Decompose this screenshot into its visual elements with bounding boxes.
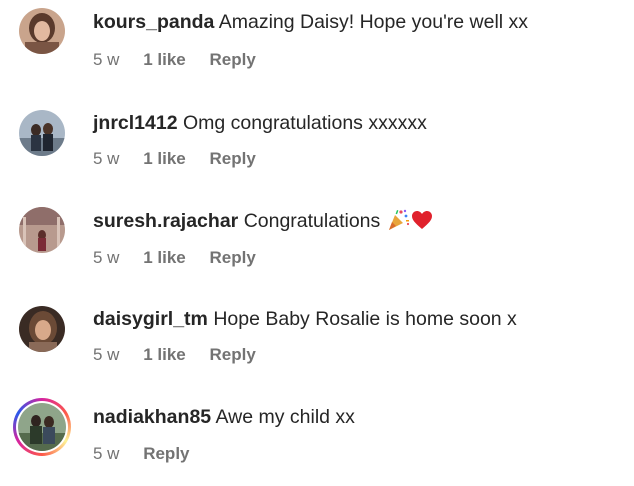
comment-item: kours_panda Amazing Daisy! Hope you're w… <box>0 0 634 90</box>
comment-item: daisygirl_tm Hope Baby Rosalie is home s… <box>0 296 634 386</box>
comment-item: jnrcl1412 Omg congratulations xxxxxx 5 w… <box>0 99 634 189</box>
comment-item: suresh.rajachar Congratulations 5 w 1 li… <box>0 198 634 288</box>
comment-username[interactable]: nadiakhan85 <box>93 406 211 428</box>
red-heart-icon <box>411 211 432 229</box>
avatar[interactable] <box>19 207 65 253</box>
comment-timestamp[interactable]: 5 w <box>93 50 119 70</box>
avatar[interactable] <box>19 110 65 156</box>
reply-button[interactable]: Reply <box>209 149 255 169</box>
comment-username[interactable]: suresh.rajachar <box>93 210 238 232</box>
comment-username[interactable]: jnrcl1412 <box>93 112 178 134</box>
avatar[interactable] <box>19 306 65 352</box>
comment-text: Congratulations <box>243 210 381 232</box>
comment-timestamp[interactable]: 5 w <box>93 444 119 464</box>
comment-timestamp[interactable]: 5 w <box>93 149 119 169</box>
story-ring[interactable] <box>13 398 71 456</box>
avatar[interactable] <box>18 403 66 451</box>
comment-timestamp[interactable]: 5 w <box>93 248 119 268</box>
comment-like-count[interactable]: 1 like <box>143 149 186 169</box>
avatar[interactable] <box>19 8 65 54</box>
reply-button[interactable]: Reply <box>143 444 189 464</box>
comment-username[interactable]: kours_panda <box>93 11 214 33</box>
party-popper-icon <box>388 209 409 230</box>
reply-button[interactable]: Reply <box>209 248 255 268</box>
reply-button[interactable]: Reply <box>209 50 255 70</box>
comment-text: Omg congratulations xxxxxx <box>182 112 427 134</box>
comment-like-count[interactable]: 1 like <box>143 248 186 268</box>
comment-like-count[interactable]: 1 like <box>143 50 186 70</box>
comment-username[interactable]: daisygirl_tm <box>93 308 208 330</box>
comment-like-count[interactable]: 1 like <box>143 345 186 365</box>
comment-timestamp[interactable]: 5 w <box>93 345 119 365</box>
reply-button[interactable]: Reply <box>209 345 255 365</box>
comment-item: nadiakhan85 Awe my child xx 5 w Reply <box>0 395 634 485</box>
comment-text: Hope Baby Rosalie is home soon x <box>213 308 517 330</box>
comment-text: Amazing Daisy! Hope you're well xx <box>218 11 529 33</box>
comment-text: Awe my child xx <box>215 406 355 428</box>
